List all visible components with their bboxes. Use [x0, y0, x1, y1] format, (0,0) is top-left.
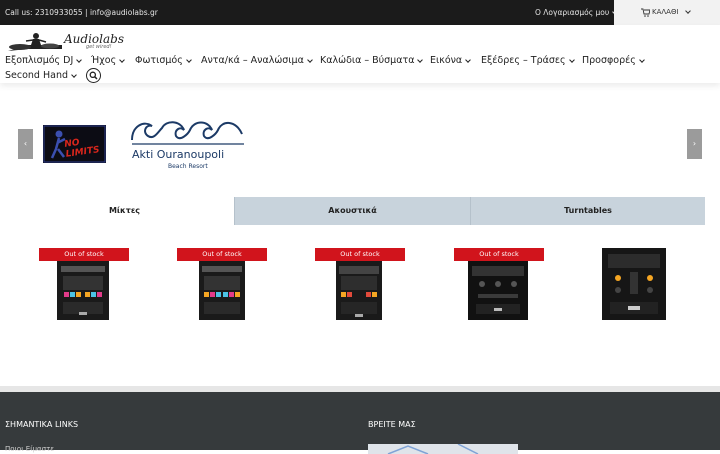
footer-link-about[interactable]: Ποιοι Είμαστε [5, 445, 54, 453]
mixer-icon [472, 266, 524, 314]
product-grid: Out of stock Out of stock Out of stock O… [0, 248, 720, 323]
brand2-name: Akti Ouranoupoli [132, 148, 225, 161]
nav-label: Second Hand [5, 70, 68, 81]
product-card[interactable]: Out of stock [177, 248, 267, 323]
nav-label: Φωτισμός [135, 55, 183, 66]
out-of-stock-badge: Out of stock [177, 248, 267, 261]
site-logo[interactable]: Audiolabs get wired! [6, 31, 131, 53]
out-of-stock-badge: Out of stock [315, 248, 405, 261]
product-card[interactable]: Out of stock [39, 248, 129, 323]
contact-info[interactable]: Call us: 2310933055 | info@audiolabs.gr [5, 8, 158, 17]
tab-mixers[interactable]: Μίκτες [15, 197, 234, 225]
mixer-icon [202, 266, 242, 314]
nav-label: Εξοπλισμός DJ [5, 55, 74, 66]
product-image[interactable] [468, 258, 528, 320]
dj-logo-icon [8, 33, 62, 51]
chevron-down-icon [119, 57, 125, 63]
chevron-down-icon [306, 57, 313, 63]
nav-item-offers[interactable]: Προσφορές [582, 55, 645, 66]
nav-item-spare-parts[interactable]: Αντα/κά – Αναλώσιμα [201, 55, 313, 66]
product-image[interactable] [199, 258, 245, 320]
chevron-down-icon [465, 57, 472, 63]
product-image[interactable] [336, 258, 382, 320]
site-header: Audiolabs get wired! Εξοπλισμός DJ Ήχος … [0, 25, 720, 83]
cart-button[interactable]: ΚΑΛΑΘΙ [614, 0, 720, 25]
chevron-down-icon [638, 57, 645, 63]
mixer-icon [61, 266, 105, 315]
account-menu[interactable]: Ο Λογαριασμός μου [535, 8, 619, 17]
nav-item-video[interactable]: Εικόνα [430, 55, 472, 66]
footer-map[interactable] [368, 444, 518, 454]
nav-item-sound[interactable]: Ήχος [91, 55, 125, 66]
chevron-down-icon [76, 57, 83, 63]
out-of-stock-badge: Out of stock [454, 248, 544, 261]
nav-label: Προσφορές [582, 55, 636, 66]
mixer-icon [339, 266, 379, 317]
chevron-down-icon [71, 72, 77, 78]
logo-tagline: get wired! [86, 44, 112, 50]
chevron-down-icon [685, 8, 691, 14]
chevron-down-icon [417, 57, 424, 63]
carousel-next-button[interactable]: › [687, 129, 702, 159]
nav-label: Εικόνα [430, 55, 463, 66]
nav-label: Αντα/κά – Αναλώσιμα [201, 55, 304, 66]
account-label: Ο Λογαριασμός μου [535, 8, 610, 17]
tab-headphones[interactable]: Ακουστικά [234, 197, 470, 225]
product-image[interactable] [602, 248, 666, 320]
category-tabs: Μίκτες Ακουστικά Turntables [15, 197, 705, 225]
brand-carousel: ‹ NO LIMITS Akti Ouranoupoli Beach Resor… [0, 110, 720, 180]
cart-icon [641, 8, 650, 17]
nav-label: Εξέδρες – Τράσες [481, 55, 566, 66]
site-footer: ΣΗΜΑΝΤΙΚΑ LINKS ΒΡΕΙΤΕ ΜΑΣ Ποιοι Είμαστε [0, 392, 720, 454]
chevron-down-icon [568, 57, 575, 63]
footer-find-us-heading: ΒΡΕΙΤΕ ΜΑΣ [368, 420, 416, 429]
chevron-down-icon [185, 57, 192, 63]
footer-links-heading: ΣΗΜΑΝΤΙΚΑ LINKS [5, 420, 79, 429]
search-icon [89, 71, 98, 80]
map-roads-icon [387, 444, 479, 454]
mixer-icon [608, 254, 660, 314]
nav-item-lighting[interactable]: Φωτισμός [135, 55, 192, 66]
product-card[interactable] [592, 248, 682, 323]
nav-item-second-hand[interactable]: Second Hand [5, 70, 77, 81]
brand-logo-no-limits[interactable]: NO LIMITS [43, 125, 106, 163]
nav-label: Ήχος [91, 55, 117, 66]
waves-icon [131, 121, 244, 145]
nav-item-dj[interactable]: Εξοπλισμός DJ [5, 55, 83, 66]
search-button[interactable] [86, 68, 101, 83]
product-card[interactable]: Out of stock [315, 248, 405, 323]
brand-logo-akti[interactable]: Akti Ouranoupoli Beach Resort [128, 112, 248, 174]
top-bar: Call us: 2310933055 | info@audiolabs.gr … [0, 0, 720, 25]
tab-turntables[interactable]: Turntables [470, 197, 705, 225]
cart-label: ΚΑΛΑΘΙ [652, 8, 679, 16]
nav-label: Καλώδια – Βύσματα [320, 55, 415, 66]
product-image[interactable] [57, 258, 109, 320]
nav-item-cables[interactable]: Καλώδια – Βύσματα [320, 55, 424, 66]
carousel-prev-button[interactable]: ‹ [18, 129, 33, 159]
brand2-subtitle: Beach Resort [168, 163, 208, 170]
out-of-stock-badge: Out of stock [39, 248, 129, 261]
product-card[interactable]: Out of stock [454, 248, 544, 323]
nav-item-stands[interactable]: Εξέδρες – Τράσες [481, 55, 575, 66]
